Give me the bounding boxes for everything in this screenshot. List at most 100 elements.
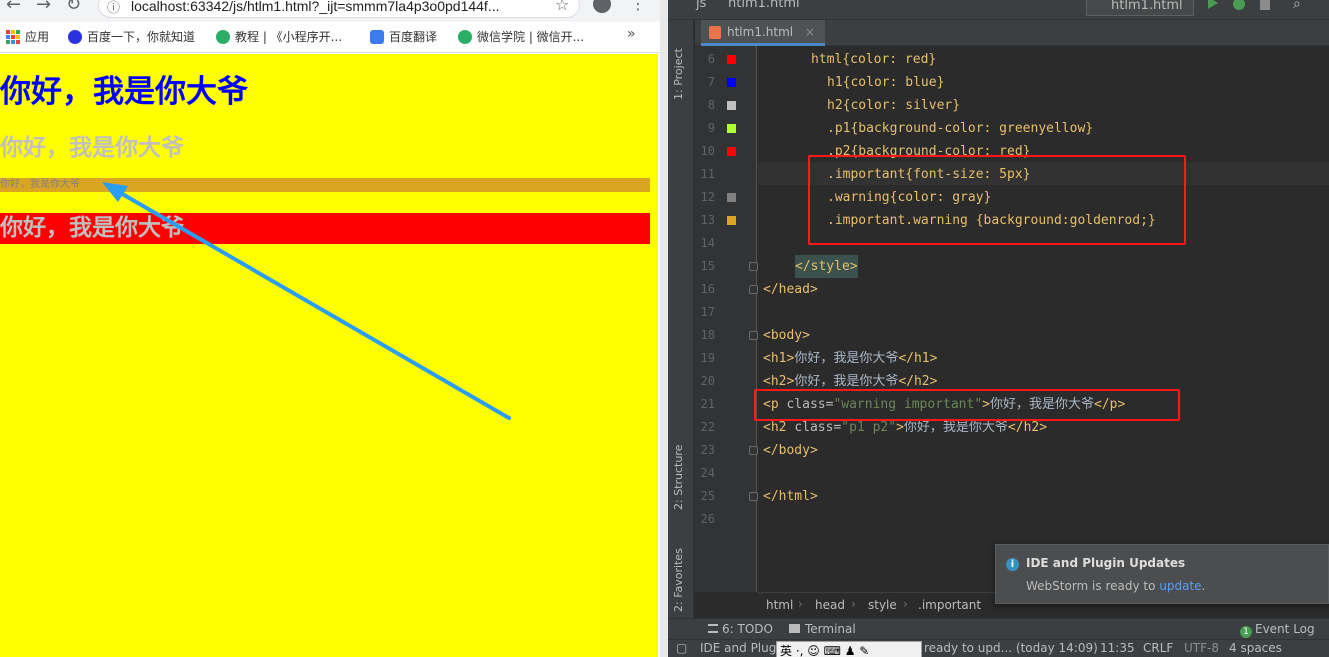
reload-icon[interactable]: ↻ [66, 0, 81, 15]
annotation-box-p-tag [754, 389, 1180, 421]
wechat-icon [458, 29, 472, 44]
code-line-8: h2{color: silver} [827, 98, 961, 113]
breadcrumb-html[interactable]: html [766, 598, 793, 612]
fold-marker-icon[interactable] [749, 285, 758, 294]
fold-marker-icon[interactable] [749, 446, 758, 455]
browser-window: ← → ↻ ⓘ localhost:63342/js/htlm1.html?_i… [0, 0, 660, 657]
navigation-bar: js htlm1.html htlm1.html ▾ ⌕ [668, 0, 1329, 31]
bookmark-label: 教程 | 《小程序开... [235, 30, 343, 44]
breadcrumb-style[interactable]: style [868, 598, 897, 612]
html-file-icon [709, 26, 721, 39]
bookmark-label: 微信学院 | 微信开... [477, 30, 585, 44]
color-swatch-red[interactable] [727, 55, 736, 64]
line-number: 20 [700, 374, 715, 388]
editor-tab-label: htlm1.html [727, 25, 794, 39]
editor-gutter: 6 7 8 9 10 11 12 13 14 15 16 17 18 19 20… [695, 46, 758, 592]
tab-project[interactable]: 1: Project [672, 48, 685, 100]
debug-icon[interactable] [1233, 0, 1245, 10]
line-number: 24 [700, 466, 715, 480]
color-swatch-greenyellow[interactable] [727, 124, 736, 133]
status-message-left[interactable]: IDE and Plug [700, 641, 776, 655]
code-editor[interactable]: html{color: red} h1{color: blue} h2{colo… [754, 46, 1329, 592]
todo-tool-button[interactable]: 6: TODO [708, 622, 773, 636]
search-everywhere-icon[interactable]: ⌕ [1293, 0, 1301, 12]
bookmark-baidu[interactable]: 百度一下，你就知道 [68, 28, 195, 45]
color-swatch-gray[interactable] [727, 193, 736, 202]
color-swatch-silver[interactable] [727, 101, 736, 110]
editor-tab-htlm1[interactable]: htlm1.html × [701, 20, 826, 46]
line-number: 7 [707, 75, 715, 89]
bookmark-baidu-translate[interactable]: 百度翻译 [370, 28, 437, 45]
breadcrumb-separator: › [903, 597, 908, 611]
line-number: 6 [707, 52, 715, 66]
coverage-icon[interactable] [1260, 0, 1270, 10]
bookmarks-overflow-icon[interactable]: » [627, 26, 636, 42]
nav-crumb-js[interactable]: js [696, 0, 706, 11]
browser-menu-icon[interactable]: ⋮ [630, 0, 646, 13]
line-number: 25 [700, 489, 715, 503]
line-number: 15 [700, 259, 715, 273]
line-separator[interactable]: CRLF [1143, 641, 1173, 655]
bookmark-wechat-academy[interactable]: 微信学院 | 微信开... [458, 28, 584, 45]
event-log-tool-button[interactable]: 1 Event Log [1240, 622, 1315, 638]
bookmark-tutorial[interactable]: 教程 | 《小程序开... [216, 28, 342, 45]
nav-crumb-file[interactable]: htlm1.html [728, 0, 800, 11]
indent-setting[interactable]: 4 spaces [1229, 641, 1282, 655]
forward-arrow-icon[interactable]: → [36, 0, 51, 15]
url-text[interactable]: localhost:63342/js/htlm1.html?_ijt=smmm7… [131, 0, 499, 14]
line-number: 12 [700, 190, 715, 204]
line-number: 14 [700, 236, 715, 250]
terminal-icon [789, 624, 800, 633]
address-bar[interactable]: ⓘ localhost:63342/js/htlm1.html?_ijt=smm… [98, 0, 580, 18]
status-layout-icon[interactable]: ▢ [676, 641, 687, 655]
update-link[interactable]: update [1159, 579, 1201, 593]
run-icon[interactable] [1208, 0, 1218, 9]
line-number: 8 [707, 98, 715, 112]
code-line-6: html{color: red} [811, 52, 937, 67]
todo-list-icon [708, 624, 718, 633]
fold-marker-icon[interactable] [749, 492, 758, 501]
breadcrumb-separator: › [851, 597, 856, 611]
fold-marker-icon[interactable] [749, 331, 758, 340]
notification-balloon[interactable]: i IDE and Plugin Updates WebStorm is rea… [995, 544, 1329, 604]
profile-avatar-icon[interactable] [593, 0, 611, 13]
code-line-18: <body> [763, 328, 810, 343]
editor-tab-bar: htlm1.html × [695, 20, 1329, 46]
back-arrow-icon[interactable]: ← [6, 0, 21, 15]
ime-toolbar[interactable]: 英 ·, ☺ ⌨ ♟ ✎ [776, 641, 922, 657]
color-swatch-red[interactable] [727, 147, 736, 156]
bookmark-apps[interactable]: 应用 [6, 28, 49, 45]
line-number: 9 [707, 121, 715, 135]
bookmark-label: 百度翻译 [389, 30, 438, 44]
tool-window-bar: 6: TODO Terminal 1 Event Log [668, 618, 1329, 639]
bookmark-label: 百度一下，你就知道 [87, 30, 196, 44]
line-number: 18 [700, 328, 715, 342]
notification-body: WebStorm is ready to update. [1026, 579, 1206, 593]
tab-structure[interactable]: 2: Structure [672, 445, 685, 510]
event-log-badge-icon: 1 [1240, 626, 1252, 638]
translate-icon [370, 29, 384, 44]
file-encoding[interactable]: UTF-8 [1184, 641, 1219, 655]
fold-marker-icon[interactable] [749, 262, 758, 271]
window-divider [660, 0, 668, 657]
tab-favorites[interactable]: 2: Favorites [672, 548, 685, 612]
color-swatch-goldenrod[interactable] [727, 216, 736, 225]
line-number: 11 [700, 167, 715, 181]
status-bar: ▢ IDE and Plug 英 ·, ☺ ⌨ ♟ ✎ ready to upd… [668, 639, 1329, 657]
run-config-dropdown[interactable]: htlm1.html ▾ [1086, 0, 1194, 31]
bookmark-star-icon[interactable]: ☆ [555, 0, 569, 14]
caret-position[interactable]: 11:35 [1100, 641, 1135, 655]
notification-title: IDE and Plugin Updates [1026, 556, 1186, 570]
address-row: ← → ↻ ⓘ localhost:63342/js/htlm1.html?_i… [0, 0, 660, 22]
bookmark-label: 应用 [25, 30, 50, 44]
breadcrumb-head[interactable]: head [815, 598, 845, 612]
annotation-arrow-shaft [110, 186, 511, 420]
code-line-16: </head> [763, 282, 818, 297]
color-swatch-blue[interactable] [727, 78, 736, 87]
info-icon[interactable]: ⓘ [107, 0, 120, 16]
close-tab-icon[interactable]: × [805, 25, 815, 39]
terminal-tool-button[interactable]: Terminal [789, 622, 856, 636]
run-config-label: htlm1.html [1111, 0, 1183, 13]
breadcrumb-important[interactable]: .important [918, 598, 981, 612]
code-line-15: </style> [795, 255, 858, 278]
